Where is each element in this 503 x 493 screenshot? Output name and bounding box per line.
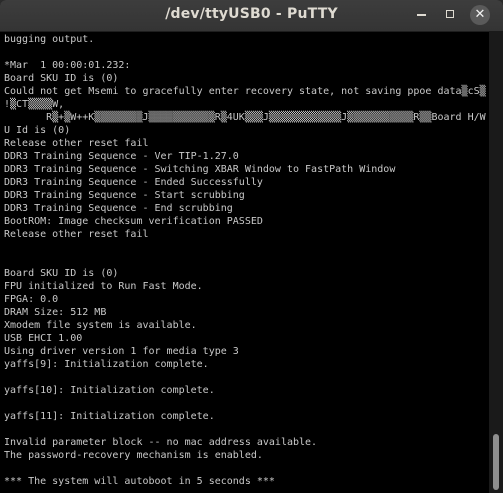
title-bar[interactable]: /dev/ttyUSB0 - PuTTY ✕ xyxy=(0,0,503,32)
terminal-line: bugging output. xyxy=(4,34,95,45)
terminal-line: DRAM Size: 512 MB xyxy=(4,307,107,318)
terminal-line: *Mar 1 00:00:01.232: xyxy=(4,60,131,71)
minimize-icon xyxy=(416,14,426,16)
terminal-line: Release other reset fail xyxy=(4,229,149,240)
scrollbar-thumb[interactable] xyxy=(493,434,499,490)
terminal-line: Could not get Msemi to gracefully enter … xyxy=(4,86,486,97)
terminal-line: FPU initialized to Run Fast Mode. xyxy=(4,281,203,292)
terminal-line: DDR3 Training Sequence - Ver TIP-1.27.0 xyxy=(4,151,239,162)
terminal-line: FPGA: 0.0 xyxy=(4,294,59,305)
terminal-line: yaffs[10]: Initialization complete. xyxy=(4,385,215,396)
terminal-line: U Id is (0) xyxy=(4,125,71,136)
terminal-line: DDR3 Training Sequence - Ended Successfu… xyxy=(4,177,263,188)
terminal-line: DDR3 Training Sequence - Switching XBAR … xyxy=(4,164,396,175)
terminal-line: !▒CT▒▒▒▒W, xyxy=(4,99,65,110)
terminal-line: DDR3 Training Sequence - Start scrubbing xyxy=(4,190,245,201)
terminal-output[interactable]: bugging output. *Mar 1 00:00:01.232: Board… xyxy=(4,33,486,493)
terminal-line: R▒+▒W++K▒▒▒▒▒▒▒▒J▒▒▒▒▒▒▒▒▒▒▒R▒4UK▒▒▒J▒▒▒… xyxy=(4,112,486,123)
vertical-scrollbar[interactable] xyxy=(489,31,503,493)
terminal-line: Board SKU ID is (0) xyxy=(4,73,119,84)
terminal-line: *** The system will autoboot in 5 second… xyxy=(4,476,275,487)
close-button[interactable]: ✕ xyxy=(470,5,490,25)
close-icon: ✕ xyxy=(474,7,486,22)
maximize-button[interactable] xyxy=(440,5,460,25)
terminal-line: DDR3 Training Sequence - End scrubbing xyxy=(4,203,233,214)
terminal-line: Invalid parameter block -- no mac addres… xyxy=(4,437,318,448)
terminal-line: Board SKU ID is (0) xyxy=(4,268,119,279)
terminal-line: Xmodem file system is available. xyxy=(4,320,197,331)
maximize-icon xyxy=(446,10,454,18)
terminal-line: yaffs[9]: Initialization complete. xyxy=(4,359,209,370)
terminal-line: yaffs[11]: Initialization complete. xyxy=(4,411,215,422)
terminal-line: USB EHCI 1.00 xyxy=(4,333,83,344)
terminal-line: Using driver version 1 for media type 3 xyxy=(4,346,239,357)
putty-window: /dev/ttyUSB0 - PuTTY ✕ bugging output. *M… xyxy=(0,0,503,493)
terminal-line: BootROM: Image checksum verification PAS… xyxy=(4,216,263,227)
terminal-line: The password-recovery mechanism is enabl… xyxy=(4,450,263,461)
minimize-button[interactable] xyxy=(411,5,431,25)
terminal-line: Release other reset fail xyxy=(4,138,149,149)
